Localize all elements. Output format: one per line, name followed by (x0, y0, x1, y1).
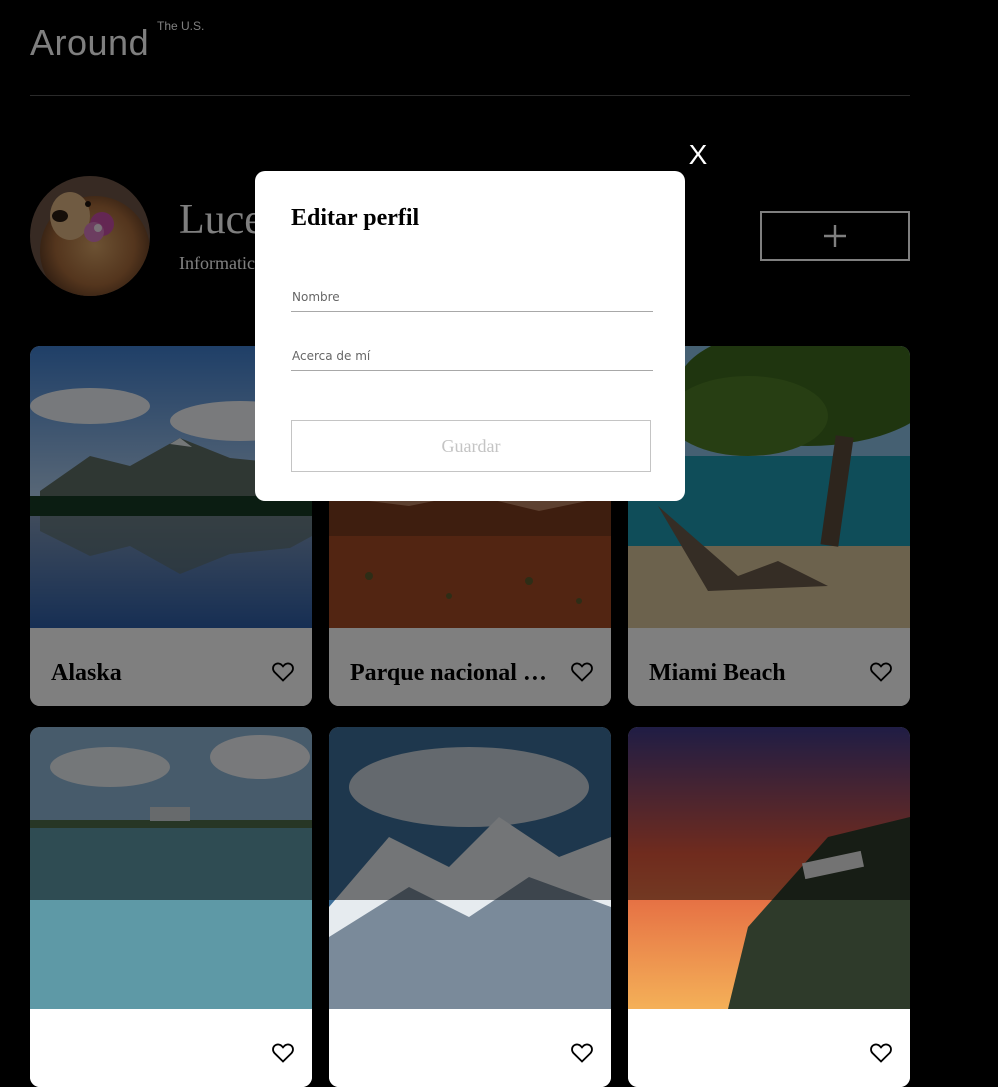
modal-title: Editar perfil (291, 205, 420, 231)
edit-profile-modal: Editar perfil Guardar (255, 171, 685, 501)
page: Around The U.S. (0, 0, 998, 1087)
heart-icon[interactable] (571, 1043, 593, 1063)
heart-icon[interactable] (870, 1043, 892, 1063)
about-input[interactable] (291, 341, 653, 371)
card-footer (30, 1009, 312, 1087)
close-button[interactable]: X (686, 140, 710, 170)
save-button[interactable]: Guardar (291, 420, 651, 472)
card-footer (628, 1009, 910, 1087)
heart-icon[interactable] (272, 1043, 294, 1063)
card-footer (329, 1009, 611, 1087)
name-input[interactable] (291, 282, 653, 312)
